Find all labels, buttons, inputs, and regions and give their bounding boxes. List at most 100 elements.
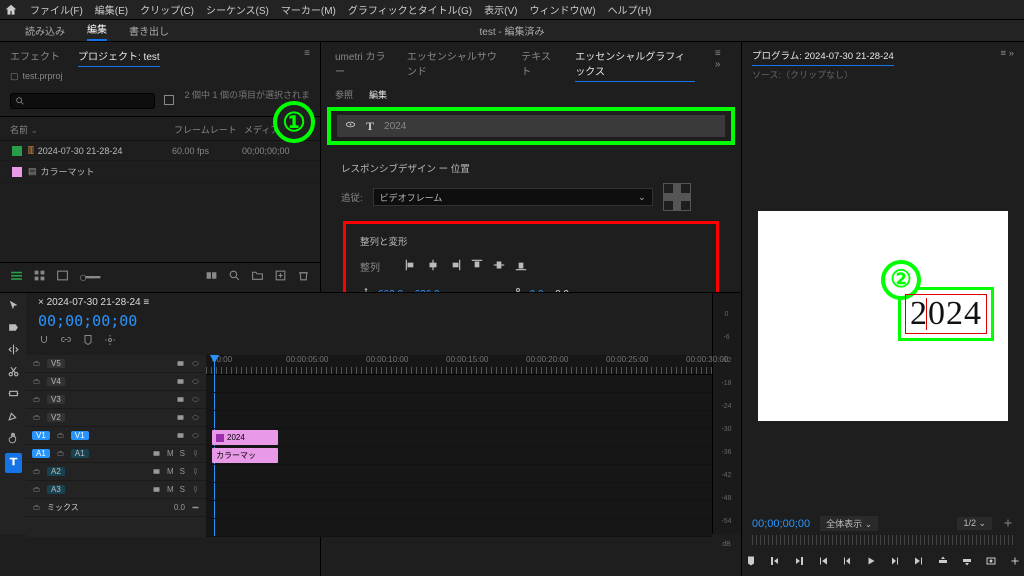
- align-hcenter-icon[interactable]: [426, 258, 440, 275]
- timeline-ruler[interactable]: 00:00 00:00:05:00 00:00:10:00 00:00:15:0…: [206, 355, 712, 375]
- menu-view[interactable]: 表示(V): [484, 2, 517, 17]
- resolution-select[interactable]: 1/2 ⌄: [957, 517, 992, 530]
- visibility-icon[interactable]: [345, 119, 356, 133]
- ws-edit[interactable]: 編集: [87, 21, 107, 41]
- list-view-icon[interactable]: [33, 269, 46, 286]
- trash-icon[interactable]: [297, 269, 310, 286]
- zoom-slider[interactable]: ○━━: [79, 269, 98, 286]
- marker-icon[interactable]: [82, 334, 94, 349]
- project-footer: ○━━: [0, 262, 320, 292]
- menu-bar: ファイル(F) 編集(E) クリップ(C) シーケンス(S) マーカー(M) グ…: [0, 0, 1024, 20]
- track-a2[interactable]: A2MS: [26, 463, 206, 481]
- track-v4[interactable]: V4: [26, 373, 206, 391]
- razor-tool-icon[interactable]: [7, 365, 20, 381]
- tab-sound[interactable]: エッセンシャルサウンド: [407, 48, 501, 82]
- timeline-timecode[interactable]: 00;00;00;00: [38, 312, 137, 330]
- find-icon[interactable]: [228, 269, 241, 286]
- eg-browse[interactable]: 参照: [335, 88, 353, 101]
- export-frame-icon[interactable]: [985, 555, 997, 570]
- track-v5[interactable]: V5: [26, 355, 206, 373]
- new-item-icon[interactable]: [274, 269, 287, 286]
- track-mix[interactable]: ミックス0.0: [26, 499, 206, 517]
- tab-lumetri[interactable]: umetri カラー: [335, 48, 387, 82]
- menu-window[interactable]: ウィンドウ(W): [529, 2, 595, 17]
- pen-tool-icon[interactable]: [7, 409, 20, 425]
- bin-row[interactable]: ⫿⫿2024-07-30 21-28-24 60.00 fps00;00;00;…: [0, 141, 320, 161]
- hand-tool-icon[interactable]: [7, 431, 20, 447]
- align-bottom-icon[interactable]: [514, 258, 528, 275]
- follow-dropdown[interactable]: ビデオフレーム⌄: [373, 188, 653, 206]
- goto-in-icon[interactable]: [817, 555, 829, 570]
- menu-file[interactable]: ファイル(F): [30, 2, 83, 17]
- sequence-tab[interactable]: × 2024-07-30 21-28-24 ≡: [38, 297, 149, 308]
- selection-tool-icon[interactable]: [7, 299, 20, 315]
- snap-icon[interactable]: [38, 334, 50, 349]
- pin-grid[interactable]: [663, 183, 691, 211]
- col-framerate[interactable]: フレームレート: [174, 123, 244, 136]
- tab-project[interactable]: プロジェクト: test: [78, 48, 160, 67]
- menu-clip[interactable]: クリップ(C): [140, 2, 194, 17]
- align-right-icon[interactable]: [448, 258, 462, 275]
- ws-export[interactable]: 書き出し: [129, 23, 169, 38]
- col-name[interactable]: 名前: [10, 125, 28, 135]
- align-left-icon[interactable]: [404, 258, 418, 275]
- panel-menu-icon[interactable]: ≡ »: [1001, 48, 1014, 66]
- track-v2[interactable]: V2: [26, 409, 206, 427]
- track-a3[interactable]: A3MS: [26, 481, 206, 499]
- tab-program[interactable]: プログラム: 2024-07-30 21-28-24: [752, 48, 894, 66]
- tab-text[interactable]: テキスト: [521, 48, 555, 82]
- program-timecode[interactable]: 00;00;00;00: [752, 518, 810, 530]
- text-edit-box[interactable]: 2024: [905, 294, 987, 334]
- menu-marker[interactable]: マーカー(M): [281, 2, 336, 17]
- linked-selection-icon[interactable]: [60, 334, 72, 349]
- menu-help[interactable]: ヘルプ(H): [608, 2, 652, 17]
- panel-menu-icon[interactable]: ≡: [304, 48, 310, 67]
- timeline-tracks[interactable]: 00:00 00:00:05:00 00:00:10:00 00:00:15:0…: [206, 355, 712, 537]
- align-top-icon[interactable]: [470, 258, 484, 275]
- mark-in-icon[interactable]: [769, 555, 781, 570]
- menu-sequence[interactable]: シーケンス(S): [206, 2, 269, 17]
- slip-tool-icon[interactable]: [7, 387, 20, 403]
- mark-out-icon[interactable]: [793, 555, 805, 570]
- clip-colormat[interactable]: カラーマッ: [212, 448, 278, 463]
- auto-sequence-icon[interactable]: [205, 269, 218, 286]
- icon-view-icon[interactable]: [56, 269, 69, 286]
- step-back-icon[interactable]: [841, 555, 853, 570]
- layer-row[interactable]: T 2024: [337, 115, 725, 137]
- add-marker-icon[interactable]: [745, 555, 757, 570]
- track-v1[interactable]: V1V1: [26, 427, 206, 445]
- bin-row[interactable]: ▤カラーマット: [0, 161, 320, 183]
- lift-icon[interactable]: [937, 555, 949, 570]
- new-bin-icon[interactable]: [163, 94, 175, 109]
- type-tool-icon[interactable]: [5, 453, 22, 473]
- track-v3[interactable]: V3: [26, 391, 206, 409]
- goto-out-icon[interactable]: [913, 555, 925, 570]
- panel-menu-icon[interactable]: ≡ »: [715, 48, 727, 82]
- tab-essential-graphics[interactable]: エッセンシャルグラフィックス: [575, 48, 695, 82]
- program-canvas[interactable]: ② 2024: [758, 211, 1008, 421]
- timeline-panel: × 2024-07-30 21-28-24 ≡ 00;00;00;00 V5 V…: [0, 292, 740, 534]
- zoom-select[interactable]: 全体表示 ⌄: [820, 516, 878, 531]
- track-headers: V5 V4 V3 V2 V1V1 A1A1MS A2MS A3MS ミックス0.…: [26, 355, 206, 537]
- tab-effects[interactable]: エフェクト: [10, 48, 60, 67]
- extract-icon[interactable]: [961, 555, 973, 570]
- step-fwd-icon[interactable]: [889, 555, 901, 570]
- ws-import[interactable]: 読み込み: [25, 23, 65, 38]
- settings-icon[interactable]: [104, 334, 116, 349]
- clip-2024[interactable]: 2024: [212, 430, 278, 445]
- program-ruler[interactable]: [752, 535, 1014, 545]
- eg-edit[interactable]: 編集: [369, 88, 387, 101]
- track-a1[interactable]: A1A1MS: [26, 445, 206, 463]
- track-select-tool-icon[interactable]: [7, 321, 20, 337]
- play-icon[interactable]: [865, 555, 877, 570]
- align-vcenter-icon[interactable]: [492, 258, 506, 275]
- menu-edit[interactable]: 編集(E): [95, 2, 128, 17]
- plus-icon[interactable]: [1009, 555, 1021, 570]
- freeform-view-icon[interactable]: [10, 269, 23, 286]
- ripple-tool-icon[interactable]: [7, 343, 20, 359]
- search-input[interactable]: [10, 93, 155, 109]
- menu-graphics[interactable]: グラフィックとタイトル(G): [348, 2, 472, 17]
- new-bin-icon[interactable]: [251, 269, 264, 286]
- home-icon[interactable]: [4, 3, 18, 17]
- settings-icon[interactable]: [1002, 517, 1014, 531]
